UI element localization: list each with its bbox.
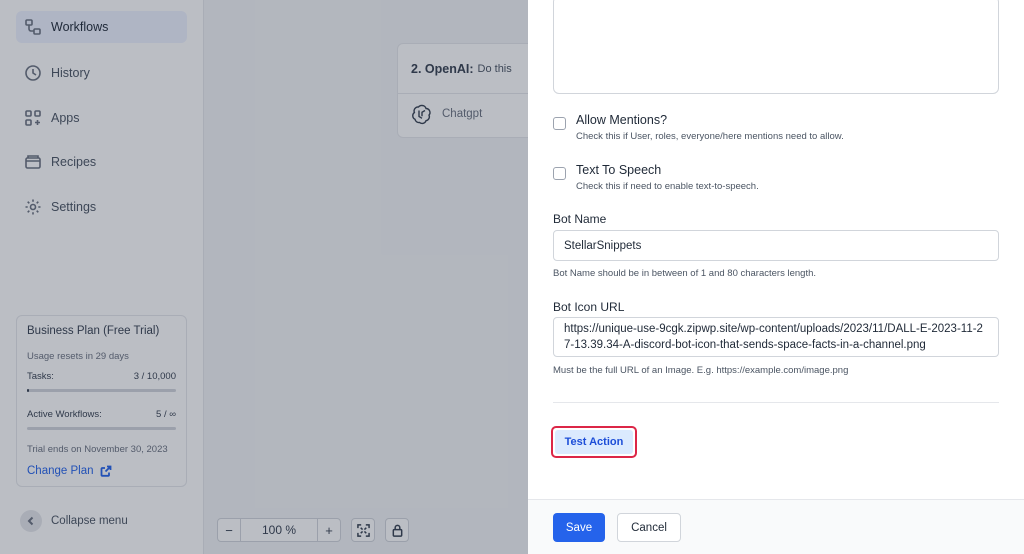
bot-icon-url-value: https://unique-use-9cgk.zipwp.site/wp-co… (564, 323, 983, 351)
modal-overlay[interactable] (0, 0, 528, 554)
bot-name-input[interactable]: StellarSnippets (553, 230, 999, 261)
text-to-speech-option: Text To Speech Check this if need to ena… (553, 163, 759, 192)
message-textarea[interactable] (553, 0, 999, 94)
allow-mentions-option: Allow Mentions? Check this if User, role… (553, 113, 844, 142)
bot-name-label: Bot Name (553, 212, 607, 226)
bot-name-help: Bot Name should be in between of 1 and 8… (553, 268, 817, 279)
cancel-button[interactable]: Cancel (617, 513, 681, 542)
bot-name-value: StellarSnippets (564, 239, 642, 252)
bot-icon-url-input[interactable]: https://unique-use-9cgk.zipwp.site/wp-co… (553, 317, 999, 357)
section-divider (553, 402, 999, 403)
allow-mentions-help: Check this if User, roles, everyone/here… (576, 131, 844, 142)
text-to-speech-checkbox[interactable] (553, 167, 566, 180)
save-button[interactable]: Save (553, 513, 605, 542)
test-action-highlight: Test Action (551, 426, 637, 458)
test-action-button[interactable]: Test Action (555, 430, 633, 454)
allow-mentions-text: Allow Mentions? Check this if User, role… (576, 113, 844, 142)
text-to-speech-text: Text To Speech Check this if need to ena… (576, 163, 759, 192)
panel-footer: Save Cancel (528, 499, 1024, 554)
allow-mentions-label: Allow Mentions? (576, 113, 668, 127)
allow-mentions-checkbox[interactable] (553, 117, 566, 130)
bot-icon-url-help: Must be the full URL of an Image. E.g. h… (553, 365, 849, 376)
bot-icon-url-label: Bot Icon URL (553, 300, 625, 314)
text-to-speech-label: Text To Speech (576, 163, 662, 177)
text-to-speech-help: Check this if need to enable text-to-spe… (576, 181, 759, 192)
action-settings-panel: Allow Mentions? Check this if User, role… (528, 0, 1024, 554)
